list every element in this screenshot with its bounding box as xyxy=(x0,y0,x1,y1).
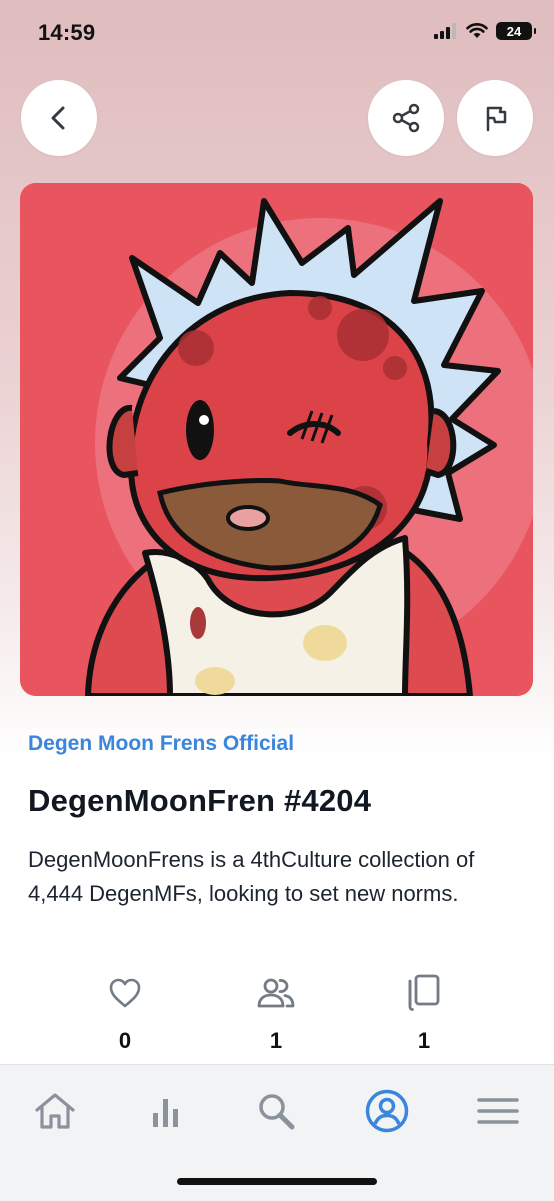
tab-search[interactable] xyxy=(246,1081,306,1141)
share-icon xyxy=(392,103,420,133)
home-icon xyxy=(35,1093,75,1129)
owners-count: 1 xyxy=(269,1028,283,1053)
tab-home[interactable] xyxy=(25,1081,85,1141)
flag-icon xyxy=(486,106,507,132)
battery-indicator: 24 xyxy=(496,22,536,40)
copies-icon xyxy=(408,974,440,1011)
search-icon xyxy=(259,1094,295,1130)
people-icon xyxy=(257,978,295,1008)
editions-stat[interactable]: 1 xyxy=(364,970,484,1054)
menu-icon xyxy=(477,1098,519,1124)
tab-profile[interactable] xyxy=(357,1081,417,1141)
report-button[interactable] xyxy=(457,80,533,156)
home-indicator xyxy=(177,1178,377,1185)
collection-link[interactable]: Degen Moon Frens Official xyxy=(28,732,294,756)
tab-stats[interactable] xyxy=(136,1081,196,1141)
nft-title: DegenMoonFren #4204 xyxy=(28,783,372,818)
heart-icon xyxy=(109,978,141,1008)
nft-description: DegenMoonFrens is a 4thCulture collectio… xyxy=(28,847,475,906)
back-button[interactable] xyxy=(21,80,97,156)
battery-level: 24 xyxy=(506,23,522,39)
status-icons: 24 xyxy=(434,22,536,40)
chevron-left-icon xyxy=(51,106,65,130)
profile-icon xyxy=(365,1089,409,1133)
status-time: 14:59 xyxy=(38,20,96,45)
share-button[interactable] xyxy=(368,80,444,156)
likes-stat[interactable]: 0 xyxy=(65,970,185,1054)
bar-chart-icon xyxy=(153,1099,178,1127)
likes-count: 0 xyxy=(118,1028,132,1053)
tab-menu[interactable] xyxy=(468,1081,528,1141)
owners-stat[interactable]: 1 xyxy=(216,970,336,1054)
wifi-icon xyxy=(466,23,488,38)
nft-artwork-illustration xyxy=(20,183,533,696)
nft-artwork xyxy=(20,183,533,696)
cellular-signal-icon xyxy=(434,23,456,39)
editions-count: 1 xyxy=(417,1028,431,1053)
status-bar: 14:59 24 xyxy=(0,0,554,70)
